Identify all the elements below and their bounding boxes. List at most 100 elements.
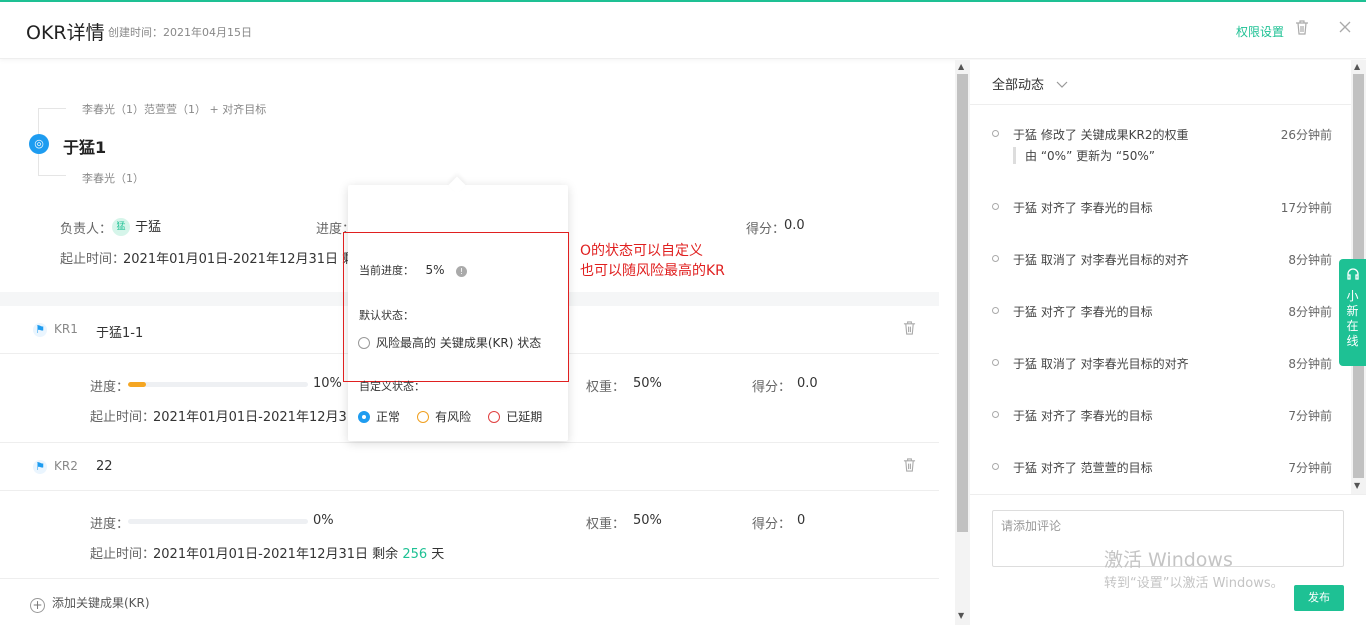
created-date: 创建时间：2021年04月15日 — [108, 26, 252, 39]
radio-icon — [488, 411, 501, 423]
close-icon[interactable] — [1337, 20, 1353, 36]
header: OKR详情 创建时间：2021年04月15日 权限设置 — [0, 2, 1366, 59]
kr-tag: KR1 — [54, 322, 78, 336]
kr-progress-value: 10% — [313, 376, 342, 391]
chevron-down-icon — [1056, 78, 1068, 93]
kr-date-value: 2021年01月01日-2021年12月31日 剩余 256 天 — [153, 543, 444, 562]
scroll-up-arrow[interactable]: ▲ — [958, 62, 964, 71]
align-top-row: 李春光（1）范萱萱（1） + 对齐目标 — [82, 101, 266, 117]
kr-days-unit: 天 — [431, 547, 445, 562]
status-delayed-label: 已延期 — [506, 410, 543, 424]
activity-text: 于猛 取消了 对李春光目标的对齐 — [1013, 253, 1189, 267]
add-kr-button[interactable]: + 添加关键成果(KR) — [30, 594, 150, 613]
kr-name[interactable]: 22 — [96, 459, 113, 474]
activity-filter-label: 全部动态 — [992, 78, 1045, 93]
status-at-risk[interactable]: 有风险 — [417, 410, 471, 424]
kr-weight-value[interactable]: 50% — [633, 376, 662, 391]
kr-tag: KR2 — [54, 459, 78, 473]
kr-weight-label: 权重： — [586, 517, 626, 532]
default-status-text: 风险最高的 关键成果(KR) 状态 — [376, 336, 542, 350]
kr-progress-fill — [128, 382, 146, 387]
divider — [0, 578, 939, 579]
objective-score-value: 0.0 — [784, 218, 805, 233]
status-normal-label: 正常 — [376, 410, 401, 424]
kr-date-value: 2021年01月01日-2021年12月31日 — [153, 410, 369, 425]
delete-kr-icon[interactable] — [903, 321, 917, 335]
kr-progress-bar[interactable] — [128, 382, 308, 387]
timeline-dot-icon — [992, 411, 999, 418]
flag-icon: ⚑ — [33, 323, 47, 337]
objective-date-label: 起止时间： — [60, 252, 126, 267]
kr-score-label: 得分： — [752, 380, 792, 395]
delete-kr-icon[interactable] — [903, 458, 917, 472]
page-title: OKR详情 — [26, 22, 105, 44]
online-chat-tab[interactable]: 小新在线 — [1339, 259, 1366, 366]
objective-score-label: 得分： — [746, 222, 786, 237]
timeline-dot-icon — [992, 203, 999, 210]
objective-name: 于猛1 — [63, 138, 107, 157]
kr-date-label: 起止时间： — [90, 547, 156, 562]
activity-time: 7分钟前 — [1288, 409, 1332, 423]
kr-score-value[interactable]: 0.0 — [797, 376, 818, 391]
activity-time: 7分钟前 — [1288, 461, 1332, 475]
flag-icon: ⚑ — [33, 460, 47, 474]
activity-detail: 由 “0%” 更新为 “50%” — [1013, 147, 1155, 164]
activity-time: 8分钟前 — [1288, 357, 1332, 371]
trash-icon[interactable] — [1294, 20, 1310, 36]
kr-card-2: ⚑ KR2 22 进度： 0% 权重： 50% 得分： 0 起止时间： 2021… — [0, 442, 939, 579]
scroll-up-arrow[interactable]: ▲ — [1354, 62, 1360, 71]
activity-time: 8分钟前 — [1288, 305, 1332, 319]
kr-weight-label: 权重： — [586, 380, 626, 395]
kr-weight-value[interactable]: 50% — [633, 513, 662, 528]
left-scrollbar[interactable]: ▲ ▼ — [955, 60, 970, 625]
default-status-option[interactable]: 风险最高的 关键成果(KR) 状态 — [358, 334, 541, 351]
timeline-dot-icon — [992, 307, 999, 314]
windows-activation-watermark-text: 转到“设置”以激活 Windows。 — [1104, 576, 1284, 591]
activity-text: 于猛 取消了 对李春光目标的对齐 — [1013, 357, 1189, 371]
status-normal[interactable]: 正常 — [358, 410, 400, 424]
comment-divider — [970, 494, 1366, 495]
owner[interactable]: 猛 于猛 — [112, 216, 161, 236]
status-at-risk-label: 有风险 — [435, 410, 472, 424]
kr-progress-bar[interactable] — [128, 519, 308, 524]
custom-status-label: 自定义状态： — [359, 380, 425, 393]
scrollbar-thumb[interactable] — [957, 74, 968, 532]
activity-text: 于猛 对齐了 李春光的目标 — [1013, 409, 1153, 423]
activity-filter[interactable]: 全部动态 — [992, 74, 1068, 93]
aligned-parents[interactable]: 李春光（1）范萱萱（1） — [82, 103, 206, 116]
activity-divider — [970, 104, 1366, 105]
align-target-button[interactable]: + 对齐目标 — [210, 103, 267, 116]
kr-divider — [0, 490, 939, 491]
radio-icon — [358, 337, 370, 349]
avatar: 猛 — [112, 217, 130, 236]
timeline-dot-icon — [992, 130, 999, 137]
radio-selected-icon — [358, 411, 370, 423]
timeline-dot-icon — [992, 463, 999, 470]
kr-date-label: 起止时间： — [90, 410, 156, 425]
kr-progress-value: 0% — [313, 513, 334, 528]
kr-name[interactable]: 于猛1-1 — [96, 322, 143, 341]
kr-score-value[interactable]: 0 — [797, 513, 805, 528]
timeline-dot-icon — [992, 359, 999, 366]
activity-text: 于猛 对齐了 李春光的目标 — [1013, 201, 1153, 215]
objective-target-icon: ◎ — [29, 134, 49, 154]
default-status-label: 默认状态： — [359, 309, 414, 322]
annotation-line-1: O的状态可以自定义 — [580, 243, 704, 259]
scroll-down-arrow[interactable]: ▼ — [958, 611, 964, 620]
annotation-note: O的状态可以自定义 也可以随风险最高的KR — [580, 241, 725, 281]
owner-label: 负责人： — [60, 222, 113, 237]
activity-time: 17分钟前 — [1280, 201, 1332, 215]
chat-tab-label: 小新在线 — [1346, 289, 1359, 348]
kr-progress-label: 进度： — [90, 380, 130, 395]
annotation-line-2: 也可以随风险最高的KR — [580, 263, 725, 279]
windows-activation-watermark-title: 激活 Windows — [1104, 549, 1233, 571]
aligned-children[interactable]: 李春光（1） — [82, 170, 144, 186]
plus-circle-icon: + — [30, 598, 45, 613]
scroll-down-arrow[interactable]: ▼ — [1354, 481, 1360, 490]
publish-button[interactable]: 发布 — [1294, 585, 1344, 611]
status-delayed[interactable]: 已延期 — [488, 410, 542, 424]
kr-score-label: 得分： — [752, 517, 792, 532]
permissions-link[interactable]: 权限设置 — [1236, 23, 1284, 40]
custom-status-options: 正常 有风险 已延期 — [358, 406, 554, 425]
activity-time: 26分钟前 — [1280, 128, 1332, 142]
